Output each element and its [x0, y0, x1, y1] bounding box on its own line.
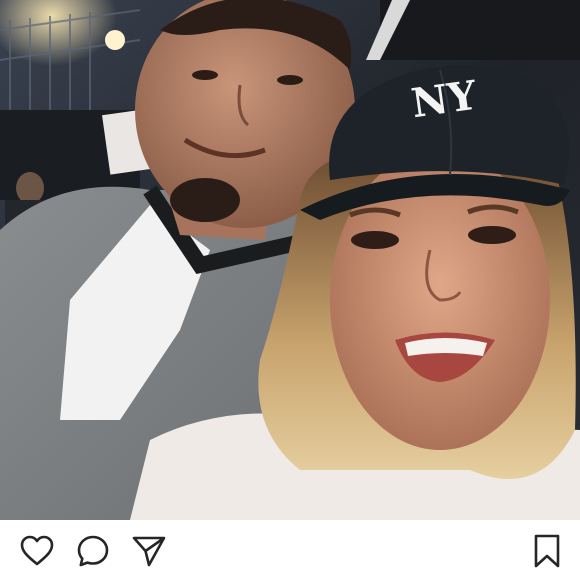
post-card: NY	[0, 0, 580, 580]
post-photo[interactable]: NY	[0, 0, 580, 520]
cap-logo: NY	[408, 72, 479, 128]
bookmark-icon	[534, 534, 560, 568]
selfie-image: NY	[0, 0, 580, 520]
paper-plane-icon	[132, 536, 166, 567]
heart-icon	[20, 535, 54, 566]
like-button[interactable]	[20, 534, 54, 568]
post-action-bar	[0, 520, 580, 580]
share-button[interactable]	[132, 534, 166, 568]
comment-bubble-icon	[77, 535, 109, 567]
comment-button[interactable]	[76, 534, 110, 568]
bookmark-button[interactable]	[530, 534, 564, 568]
